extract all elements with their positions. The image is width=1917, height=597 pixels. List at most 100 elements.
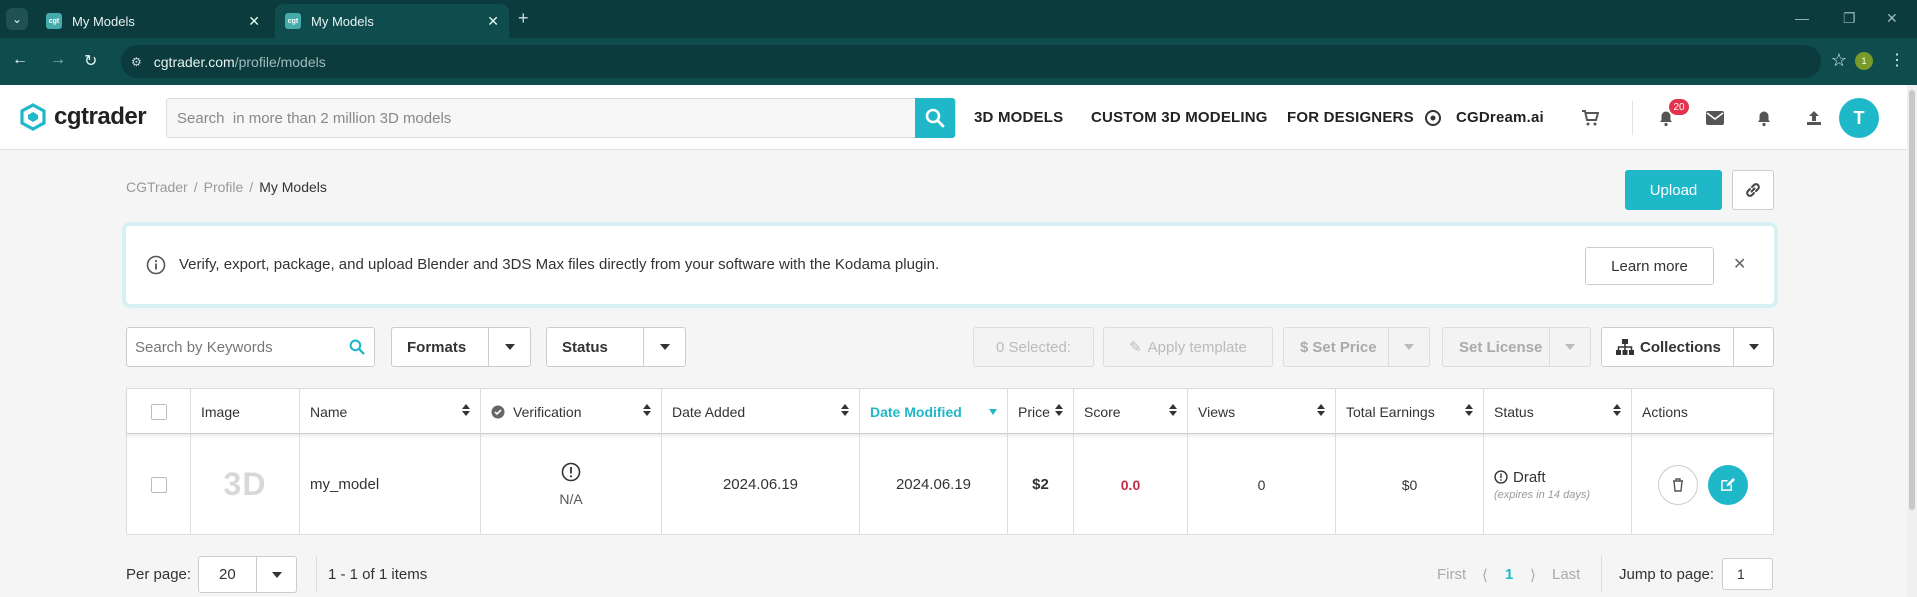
edit-button[interactable] (1707, 464, 1748, 505)
edit-icon (1721, 477, 1735, 491)
per-page-value: 20 (219, 566, 236, 583)
alerts-bell-icon[interactable] (1753, 107, 1775, 129)
verification-value: N/A (559, 491, 583, 507)
status-value: Draft (1513, 468, 1546, 486)
pagination-first[interactable]: First (1437, 566, 1466, 583)
col-actions: Actions (1642, 403, 1688, 420)
col-price[interactable]: Price (1008, 389, 1074, 434)
nav-cgdream[interactable]: CGDream.ai (1456, 109, 1544, 126)
sort-icon (841, 404, 849, 416)
row-checkbox[interactable] (150, 476, 167, 493)
copy-link-button[interactable] (1732, 170, 1774, 210)
table-header: Image Name Verification Date Added Date … (127, 389, 1773, 434)
per-page-select[interactable]: 20 (198, 556, 297, 593)
tab-close-icon[interactable]: ✕ (487, 13, 499, 30)
col-name-label: Name (310, 403, 348, 420)
jump-to-page-input[interactable]: 1 (1722, 558, 1773, 590)
nav-custom-3d-modeling[interactable]: CUSTOM 3D MODELING (1091, 109, 1268, 126)
mail-icon[interactable] (1704, 107, 1726, 129)
browser-menu-icon[interactable]: ⋮ (1889, 50, 1905, 70)
trash-icon (1672, 477, 1683, 492)
col-name[interactable]: Name (300, 389, 481, 434)
site-search-input[interactable] (167, 99, 915, 137)
browser-address-bar: ← → ↻ ⚙ cgtrader.com/profile/models ☆ 1 … (0, 38, 1917, 85)
extension-icon[interactable]: 1 (1855, 52, 1873, 70)
col-date-added[interactable]: Date Added (662, 389, 860, 434)
keyword-search-input[interactable] (127, 328, 340, 366)
bookmark-star-icon[interactable]: ☆ (1831, 50, 1847, 71)
reload-icon[interactable]: ↻ (84, 51, 97, 71)
scrollbar-thumb[interactable] (1909, 90, 1915, 510)
apply-template-button[interactable]: ✎ Apply template (1103, 327, 1273, 367)
pagination-prev[interactable]: ⟨ (1482, 566, 1488, 584)
status-dropdown[interactable]: Status (546, 327, 686, 367)
col-date-added-label: Date Added (672, 403, 746, 420)
collections-dropdown[interactable]: Collections (1601, 327, 1774, 367)
set-license-dropdown[interactable]: Set License (1442, 327, 1591, 367)
col-date-modified-label: Date Modified (870, 403, 962, 420)
selected-count: 0 Selected: (973, 327, 1094, 367)
banner-close-icon[interactable]: ✕ (1733, 254, 1746, 274)
formats-dropdown[interactable]: Formats (391, 327, 531, 367)
cgdream-icon (1422, 107, 1444, 129)
col-score[interactable]: Score (1074, 389, 1188, 434)
browser-tab-2-active[interactable]: cgt My Models ✕ (275, 4, 509, 38)
pagination-current-page[interactable]: 1 (1505, 566, 1513, 583)
cgtrader-logo[interactable]: cgtrader (20, 103, 147, 131)
col-verification[interactable]: Verification (481, 389, 662, 434)
search-icon[interactable] (340, 339, 374, 355)
sort-icon (462, 404, 470, 416)
delete-button[interactable] (1657, 464, 1698, 505)
upload-button[interactable]: Upload (1625, 170, 1722, 210)
select-all-checkbox[interactable] (150, 403, 167, 420)
minimize-icon[interactable]: — (1795, 10, 1809, 26)
url-field[interactable]: ⚙ cgtrader.com/profile/models (121, 45, 1821, 78)
footer-divider (316, 556, 317, 593)
breadcrumb-profile[interactable]: Profile (204, 179, 244, 195)
row-price[interactable]: $2 (1008, 434, 1074, 535)
sort-icon (1465, 404, 1473, 416)
cart-icon[interactable] (1579, 107, 1601, 129)
restore-icon[interactable]: ❐ (1843, 10, 1856, 27)
col-status[interactable]: Status (1484, 389, 1632, 434)
sort-desc-icon (989, 409, 997, 415)
col-total-earnings[interactable]: Total Earnings (1336, 389, 1484, 434)
window-close-icon[interactable]: ✕ (1886, 10, 1898, 27)
search-icon (925, 108, 945, 128)
upload-icon[interactable] (1803, 107, 1825, 129)
caret-down-icon (1388, 328, 1429, 366)
tab-search-chevron-icon[interactable]: ⌄ (6, 8, 28, 30)
breadcrumb-cgtrader[interactable]: CGTrader (126, 179, 188, 195)
url-domain: cgtrader.com (153, 53, 235, 70)
tab-close-icon[interactable]: ✕ (248, 13, 260, 30)
nav-for-designers[interactable]: FOR DESIGNERS (1287, 109, 1414, 126)
row-name-cell[interactable]: my_model (300, 434, 481, 535)
back-icon[interactable]: ← (12, 51, 28, 69)
col-views[interactable]: Views (1188, 389, 1336, 434)
row-actions-cell (1632, 434, 1773, 535)
forward-icon[interactable]: → (50, 51, 66, 69)
tab-title: My Models (72, 13, 135, 29)
logo-text: cgtrader (54, 103, 147, 130)
nav-3d-models[interactable]: 3D MODELS (974, 109, 1063, 126)
row-image-cell[interactable]: 3D (191, 434, 300, 535)
pagination-last[interactable]: Last (1552, 566, 1580, 583)
model-thumbnail-placeholder: 3D (223, 466, 267, 502)
site-search-button[interactable] (915, 98, 955, 138)
pagination-next[interactable]: ⟩ (1530, 566, 1536, 584)
col-status-label: Status (1494, 403, 1534, 420)
notification-count-badge: 20 (1669, 99, 1689, 115)
set-price-dropdown[interactable]: $ Set Price (1283, 327, 1430, 367)
learn-more-button[interactable]: Learn more (1585, 247, 1714, 285)
set-license-label: Set License (1459, 338, 1543, 356)
row-score: 0.0 (1074, 434, 1188, 535)
col-date-modified[interactable]: Date Modified (860, 389, 1008, 434)
browser-tab-1[interactable]: cgt My Models ✕ (36, 4, 270, 38)
new-tab-icon[interactable]: + (518, 8, 529, 29)
user-avatar[interactable]: T (1839, 98, 1879, 138)
model-name[interactable]: my_model (310, 476, 379, 493)
set-price-label: Set Price (1312, 338, 1377, 356)
models-table: Image Name Verification Date Added Date … (126, 388, 1774, 535)
col-score-label: Score (1084, 403, 1121, 420)
site-info-icon[interactable]: ⚙ (131, 55, 142, 69)
